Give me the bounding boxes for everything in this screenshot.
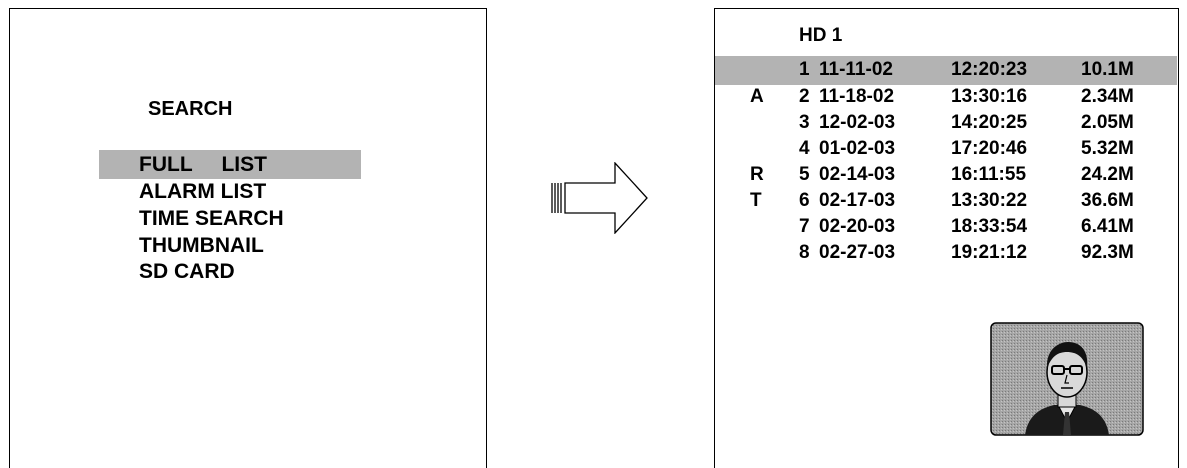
- person-thumbnail-icon: [990, 322, 1144, 436]
- row-flag: A: [750, 86, 764, 107]
- row-time: 19:21:12: [951, 242, 1028, 263]
- row-index: 7: [799, 216, 810, 237]
- row-size: 2.05M: [1081, 112, 1134, 133]
- disk-title: HD 1: [799, 25, 843, 46]
- row-time: 12:20:23: [951, 59, 1028, 80]
- row-index: 8: [799, 242, 810, 263]
- menu-item-alarm-list[interactable]: ALARM LIST: [139, 179, 266, 205]
- row-index: 4: [799, 138, 810, 159]
- row-date: 02-14-03: [819, 164, 896, 185]
- search-menu-title: SEARCH: [148, 98, 233, 120]
- row-time: 13:30:22: [951, 190, 1028, 211]
- row-date: 11-11-02: [819, 59, 893, 80]
- row-date: 12-02-03: [819, 112, 896, 133]
- row-size: 24.2M: [1081, 164, 1134, 185]
- search-menu-panel: SEARCH FULL LIST ALARM LIST TIME SEARCH …: [9, 8, 487, 468]
- row-flag: R: [750, 164, 764, 185]
- row-date: 11-18-02: [819, 86, 895, 107]
- row-time: 18:33:54: [951, 216, 1028, 237]
- menu-item-sd-card[interactable]: SD CARD: [139, 259, 235, 285]
- menu-item-thumbnail[interactable]: THUMBNAIL: [139, 233, 264, 259]
- row-index: 5: [799, 164, 810, 185]
- row-size: 6.41M: [1081, 216, 1134, 237]
- row-size: 2.34M: [1081, 86, 1134, 107]
- row-index: 1: [799, 59, 810, 80]
- row-time: 17:20:46: [951, 138, 1028, 159]
- row-date: 02-17-03: [819, 190, 896, 211]
- row-date: 02-20-03: [819, 216, 896, 237]
- row-date: 02-27-03: [819, 242, 896, 263]
- row-time: 13:30:16: [951, 86, 1028, 107]
- menu-item-time-search[interactable]: TIME SEARCH: [139, 206, 284, 232]
- row-index: 6: [799, 190, 810, 211]
- row-time: 14:20:25: [951, 112, 1028, 133]
- menu-item-full-list[interactable]: FULL LIST: [139, 152, 267, 178]
- right-arrow-icon: [551, 162, 648, 234]
- row-size: 10.1M: [1081, 59, 1134, 80]
- row-flag: T: [750, 190, 762, 211]
- row-size: 5.32M: [1081, 138, 1134, 159]
- file-list-panel: HD 1 1 11-11-02 12:20:23 10.1M A 2 11-18…: [714, 8, 1179, 468]
- row-size: 92.3M: [1081, 242, 1134, 263]
- row-size: 36.6M: [1081, 190, 1134, 211]
- row-time: 16:11:55: [951, 164, 1027, 185]
- row-date: 01-02-03: [819, 138, 896, 159]
- row-index: 2: [799, 86, 810, 107]
- row-index: 3: [799, 112, 810, 133]
